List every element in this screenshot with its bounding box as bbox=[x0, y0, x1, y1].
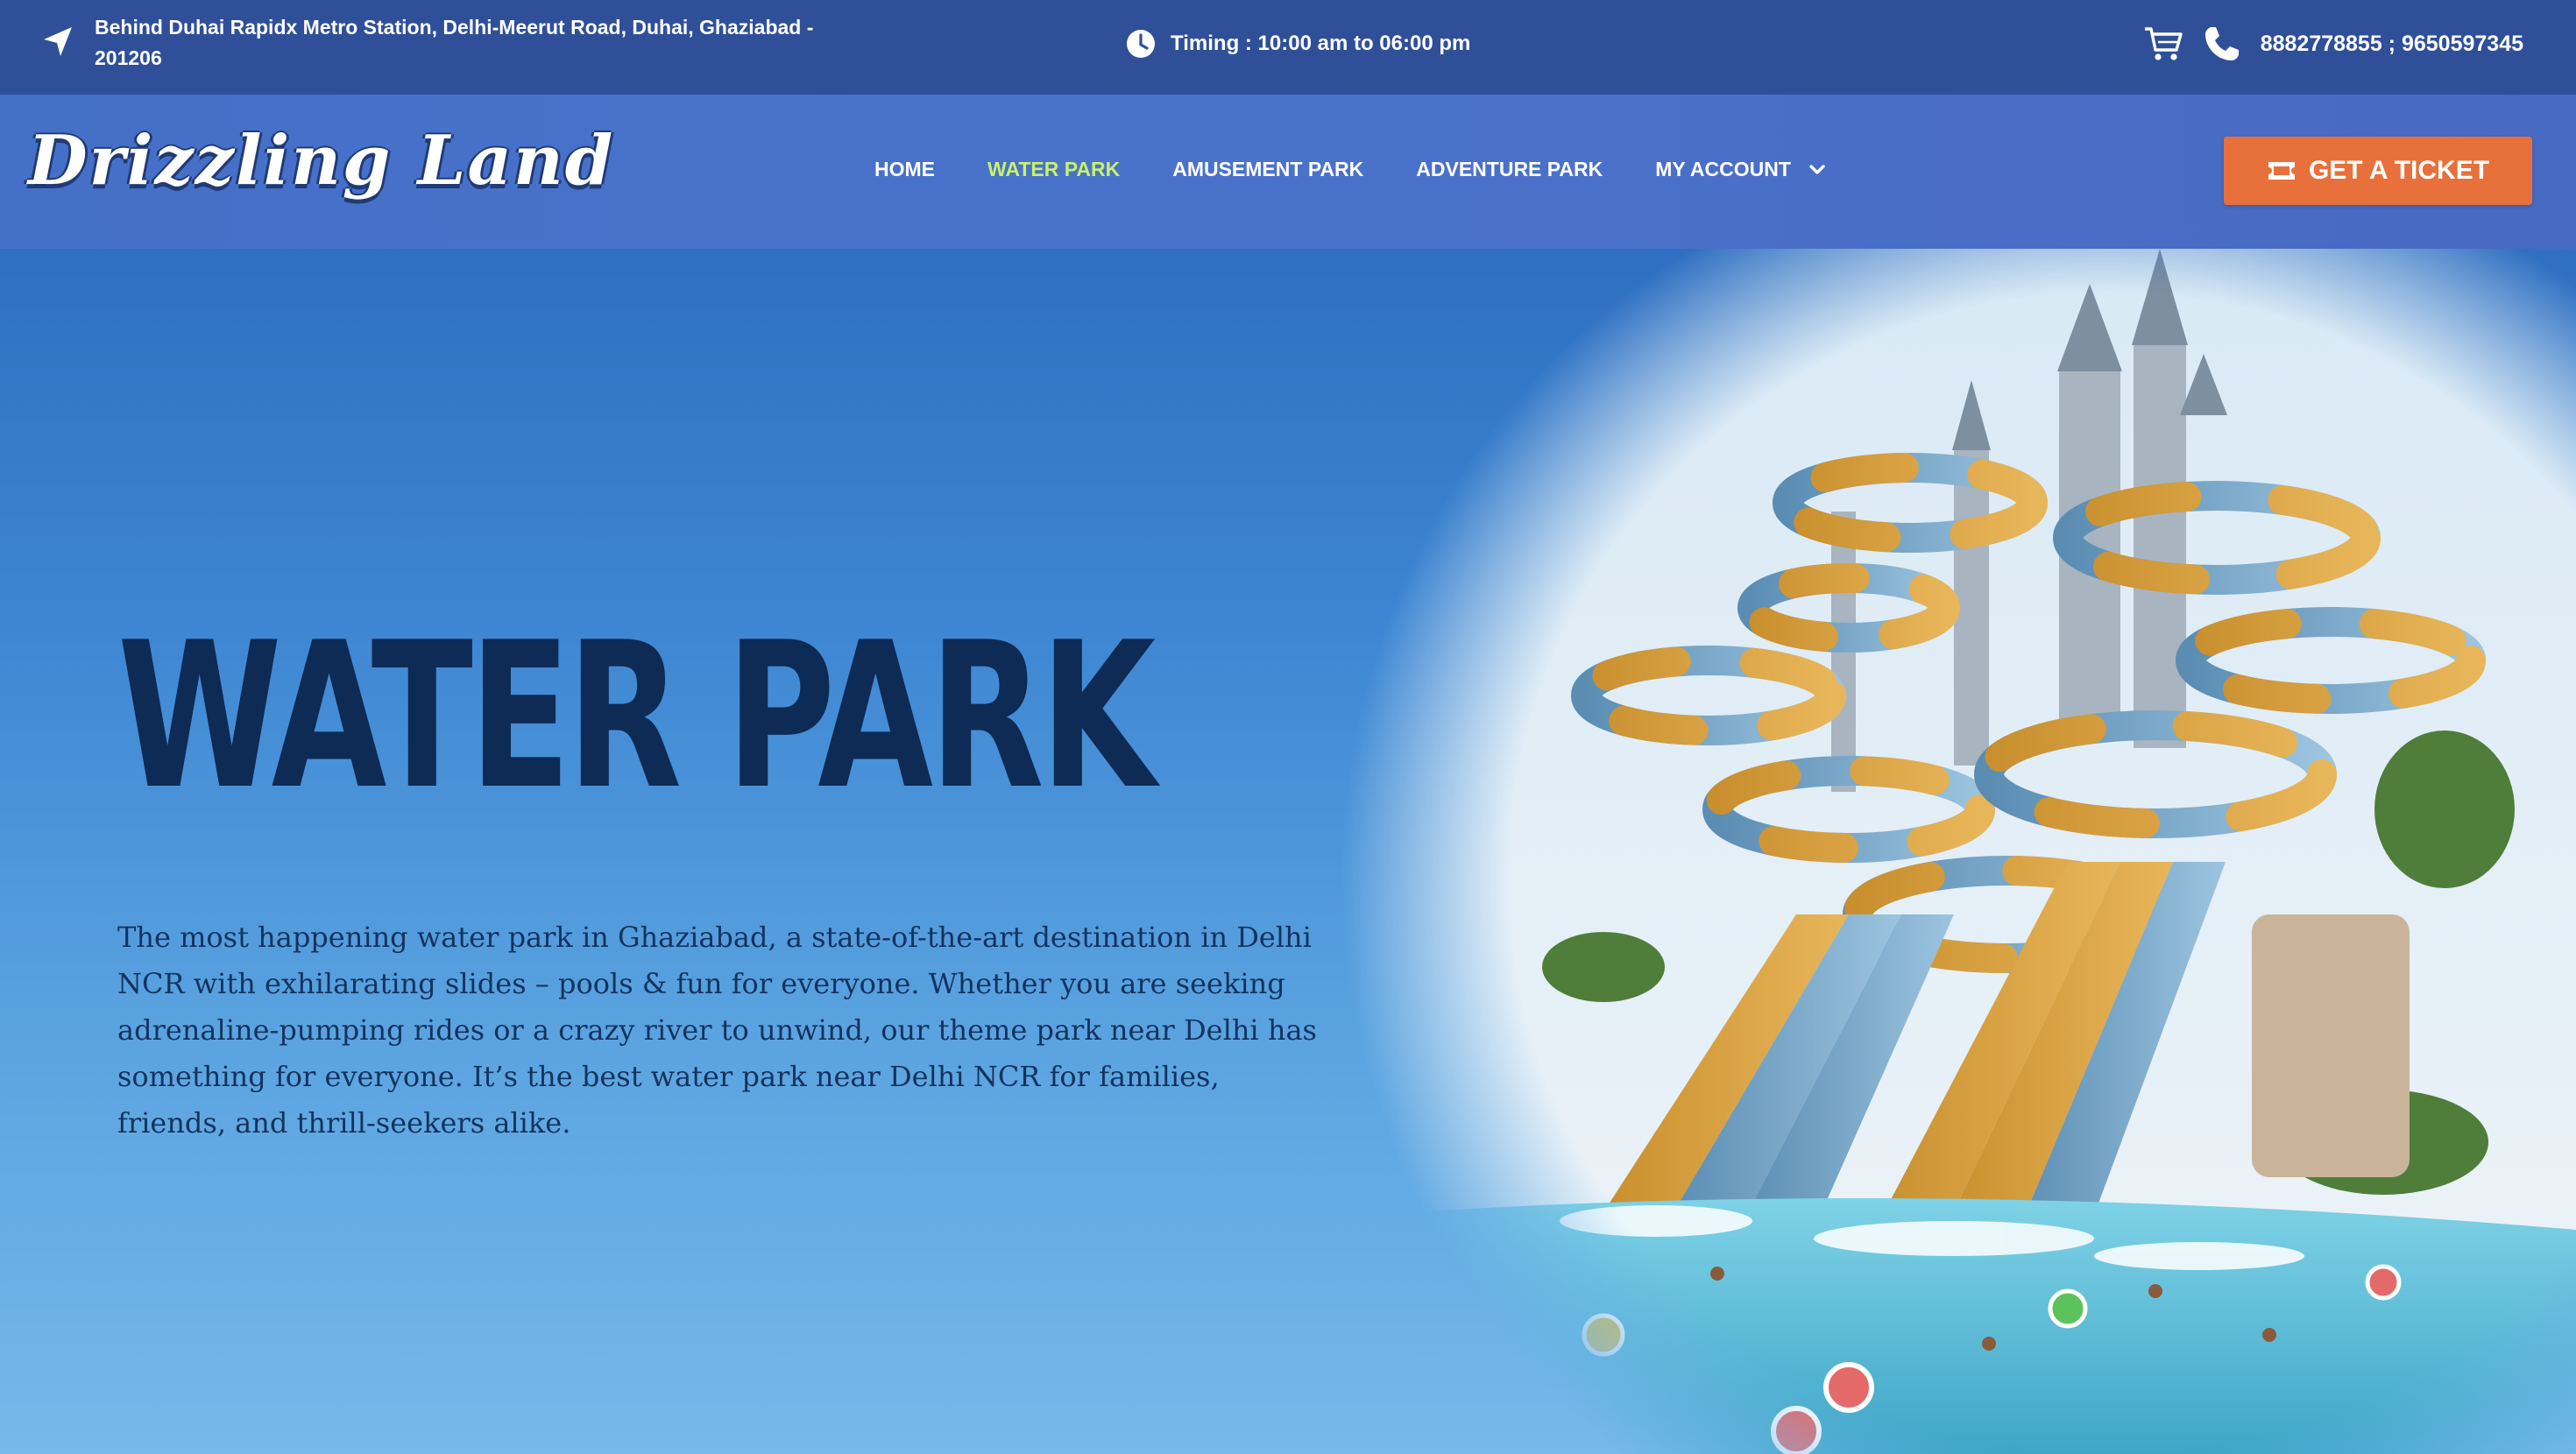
main-header: Drizzling Land HOME WATER PARK AMUSEMENT… bbox=[0, 95, 2576, 249]
cart-icon[interactable] bbox=[2143, 25, 2183, 63]
timing-text: Timing : 10:00 am to 06:00 pm bbox=[1171, 32, 1471, 55]
address-block: Behind Duhai Rapidx Metro Station, Delhi… bbox=[40, 12, 881, 74]
clock-icon bbox=[1127, 30, 1155, 58]
nav-item-adventure-park[interactable]: ADVENTURE PARK bbox=[1416, 158, 1603, 181]
my-account-label: MY ACCOUNT bbox=[1655, 158, 1791, 180]
water-park-illustration bbox=[1341, 249, 2576, 1454]
address-text: Behind Duhai Rapidx Metro Station, Delhi… bbox=[95, 16, 814, 69]
ticket-icon bbox=[2268, 162, 2295, 180]
nav-item-amusement-park[interactable]: AMUSEMENT PARK bbox=[1172, 158, 1363, 181]
phone-icon[interactable] bbox=[2203, 25, 2241, 63]
nav-item-home[interactable]: HOME bbox=[874, 158, 935, 181]
site-logo[interactable]: Drizzling Land bbox=[28, 121, 614, 201]
nav-item-water-park[interactable]: WATER PARK bbox=[987, 158, 1120, 181]
timing-block: Timing : 10:00 am to 06:00 pm bbox=[1125, 28, 1470, 60]
get-ticket-label: GET A TICKET bbox=[2308, 156, 2490, 185]
hero-description: The most happening water park in Ghaziab… bbox=[117, 921, 1317, 1140]
contact-block: 8882778855 ; 9650597345 bbox=[2143, 25, 2523, 63]
get-ticket-button[interactable]: GET A TICKET bbox=[2224, 137, 2532, 205]
phone-numbers[interactable]: 8882778855 ; 9650597345 bbox=[2261, 32, 2523, 57]
chevron-down-icon bbox=[1809, 164, 1825, 174]
top-info-bar: Behind Duhai Rapidx Metro Station, Delhi… bbox=[0, 0, 2576, 95]
hero-section: WATER PARK The most happening water park… bbox=[0, 249, 2576, 1454]
nav-item-my-account[interactable]: MY ACCOUNT bbox=[1655, 158, 1826, 181]
main-navigation: HOME WATER PARK AMUSEMENT PARK ADVENTURE… bbox=[874, 158, 1826, 181]
page-title: WATER PARK bbox=[117, 600, 1156, 834]
location-arrow-icon bbox=[44, 27, 72, 56]
